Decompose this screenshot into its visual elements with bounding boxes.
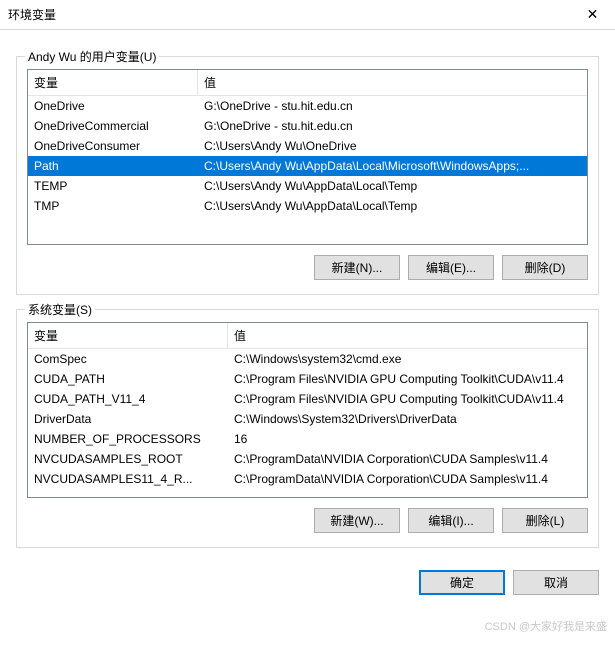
column-header-value[interactable]: 值 <box>198 70 587 95</box>
user-vars-group: Andy Wu 的用户变量(U) 变量 值 OneDriveG:\OneDriv… <box>16 56 599 295</box>
watermark-text: CSDN @大家好我是来盛 <box>485 618 607 634</box>
cell-var-value: C:\Program Files\NVIDIA GPU Computing To… <box>228 369 587 389</box>
cell-var-value: C:\ProgramData\NVIDIA Corporation\CUDA S… <box>228 469 587 489</box>
cell-var-value: C:\Windows\System32\Drivers\DriverData <box>228 409 587 429</box>
user-new-button[interactable]: 新建(N)... <box>314 255 400 280</box>
table-row[interactable]: OneDriveConsumerC:\Users\Andy Wu\OneDriv… <box>28 136 587 156</box>
cell-var-value: C:\Windows\system32\cmd.exe <box>228 349 587 369</box>
dialog-buttons: 确定 取消 <box>0 554 615 611</box>
table-row[interactable]: PathC:\Users\Andy Wu\AppData\Local\Micro… <box>28 156 587 176</box>
system-vars-group: 系统变量(S) 变量 值 ComSpecC:\Windows\system32\… <box>16 309 599 548</box>
table-row[interactable]: NVCUDASAMPLES11_4_R...C:\ProgramData\NVI… <box>28 469 587 489</box>
column-header-name[interactable]: 变量 <box>28 323 228 348</box>
cell-var-name: NVCUDASAMPLES11_4_R... <box>28 469 228 489</box>
user-vars-listview[interactable]: 变量 值 OneDriveG:\OneDrive - stu.hit.edu.c… <box>27 69 588 245</box>
titlebar: 环境变量 ✕ <box>0 0 615 30</box>
cell-var-value: C:\Users\Andy Wu\OneDrive <box>198 136 587 156</box>
cell-var-name: OneDriveConsumer <box>28 136 198 156</box>
listview-header: 变量 值 <box>28 323 587 349</box>
cell-var-value: C:\Program Files\NVIDIA GPU Computing To… <box>228 389 587 409</box>
cell-var-value: 16 <box>228 429 587 449</box>
column-header-name[interactable]: 变量 <box>28 70 198 95</box>
user-vars-body: OneDriveG:\OneDrive - stu.hit.edu.cnOneD… <box>28 96 587 216</box>
cell-var-name: CUDA_PATH_V11_4 <box>28 389 228 409</box>
ok-button[interactable]: 确定 <box>419 570 505 595</box>
table-row[interactable]: CUDA_PATH_V11_4C:\Program Files\NVIDIA G… <box>28 389 587 409</box>
table-row[interactable]: TEMPC:\Users\Andy Wu\AppData\Local\Temp <box>28 176 587 196</box>
table-row[interactable]: CUDA_PATHC:\Program Files\NVIDIA GPU Com… <box>28 369 587 389</box>
dialog-content: Andy Wu 的用户变量(U) 变量 值 OneDriveG:\OneDriv… <box>0 30 615 548</box>
user-delete-button[interactable]: 删除(D) <box>502 255 588 280</box>
cell-var-value: C:\Users\Andy Wu\AppData\Local\Microsoft… <box>198 156 587 176</box>
window-title: 环境变量 <box>8 6 56 23</box>
table-row[interactable]: DriverDataC:\Windows\System32\Drivers\Dr… <box>28 409 587 429</box>
cell-var-value: G:\OneDrive - stu.hit.edu.cn <box>198 116 587 136</box>
system-vars-group-label: 系统变量(S) <box>25 301 95 318</box>
table-row[interactable]: OneDriveCommercialG:\OneDrive - stu.hit.… <box>28 116 587 136</box>
cell-var-name: Path <box>28 156 198 176</box>
system-vars-body: ComSpecC:\Windows\system32\cmd.exeCUDA_P… <box>28 349 587 489</box>
table-row[interactable]: NUMBER_OF_PROCESSORS16 <box>28 429 587 449</box>
cell-var-name: TMP <box>28 196 198 216</box>
listview-header: 变量 值 <box>28 70 587 96</box>
cancel-button[interactable]: 取消 <box>513 570 599 595</box>
user-edit-button[interactable]: 编辑(E)... <box>408 255 494 280</box>
cell-var-name: DriverData <box>28 409 228 429</box>
cell-var-value: C:\Users\Andy Wu\AppData\Local\Temp <box>198 196 587 216</box>
close-button[interactable]: ✕ <box>570 0 615 30</box>
system-new-button[interactable]: 新建(W)... <box>314 508 400 533</box>
table-row[interactable]: TMPC:\Users\Andy Wu\AppData\Local\Temp <box>28 196 587 216</box>
cell-var-name: NUMBER_OF_PROCESSORS <box>28 429 228 449</box>
close-icon: ✕ <box>587 6 599 23</box>
column-header-value[interactable]: 值 <box>228 323 587 348</box>
cell-var-name: OneDriveCommercial <box>28 116 198 136</box>
user-vars-group-label: Andy Wu 的用户变量(U) <box>25 48 159 65</box>
system-delete-button[interactable]: 删除(L) <box>502 508 588 533</box>
table-row[interactable]: OneDriveG:\OneDrive - stu.hit.edu.cn <box>28 96 587 116</box>
cell-var-name: OneDrive <box>28 96 198 116</box>
cell-var-name: NVCUDASAMPLES_ROOT <box>28 449 228 469</box>
cell-var-name: ComSpec <box>28 349 228 369</box>
user-vars-buttons: 新建(N)... 编辑(E)... 删除(D) <box>27 245 588 284</box>
cell-var-name: TEMP <box>28 176 198 196</box>
system-vars-buttons: 新建(W)... 编辑(I)... 删除(L) <box>27 498 588 537</box>
system-edit-button[interactable]: 编辑(I)... <box>408 508 494 533</box>
table-row[interactable]: ComSpecC:\Windows\system32\cmd.exe <box>28 349 587 369</box>
table-row[interactable]: NVCUDASAMPLES_ROOTC:\ProgramData\NVIDIA … <box>28 449 587 469</box>
cell-var-value: C:\ProgramData\NVIDIA Corporation\CUDA S… <box>228 449 587 469</box>
cell-var-value: G:\OneDrive - stu.hit.edu.cn <box>198 96 587 116</box>
system-vars-listview[interactable]: 变量 值 ComSpecC:\Windows\system32\cmd.exeC… <box>27 322 588 498</box>
cell-var-name: CUDA_PATH <box>28 369 228 389</box>
cell-var-value: C:\Users\Andy Wu\AppData\Local\Temp <box>198 176 587 196</box>
